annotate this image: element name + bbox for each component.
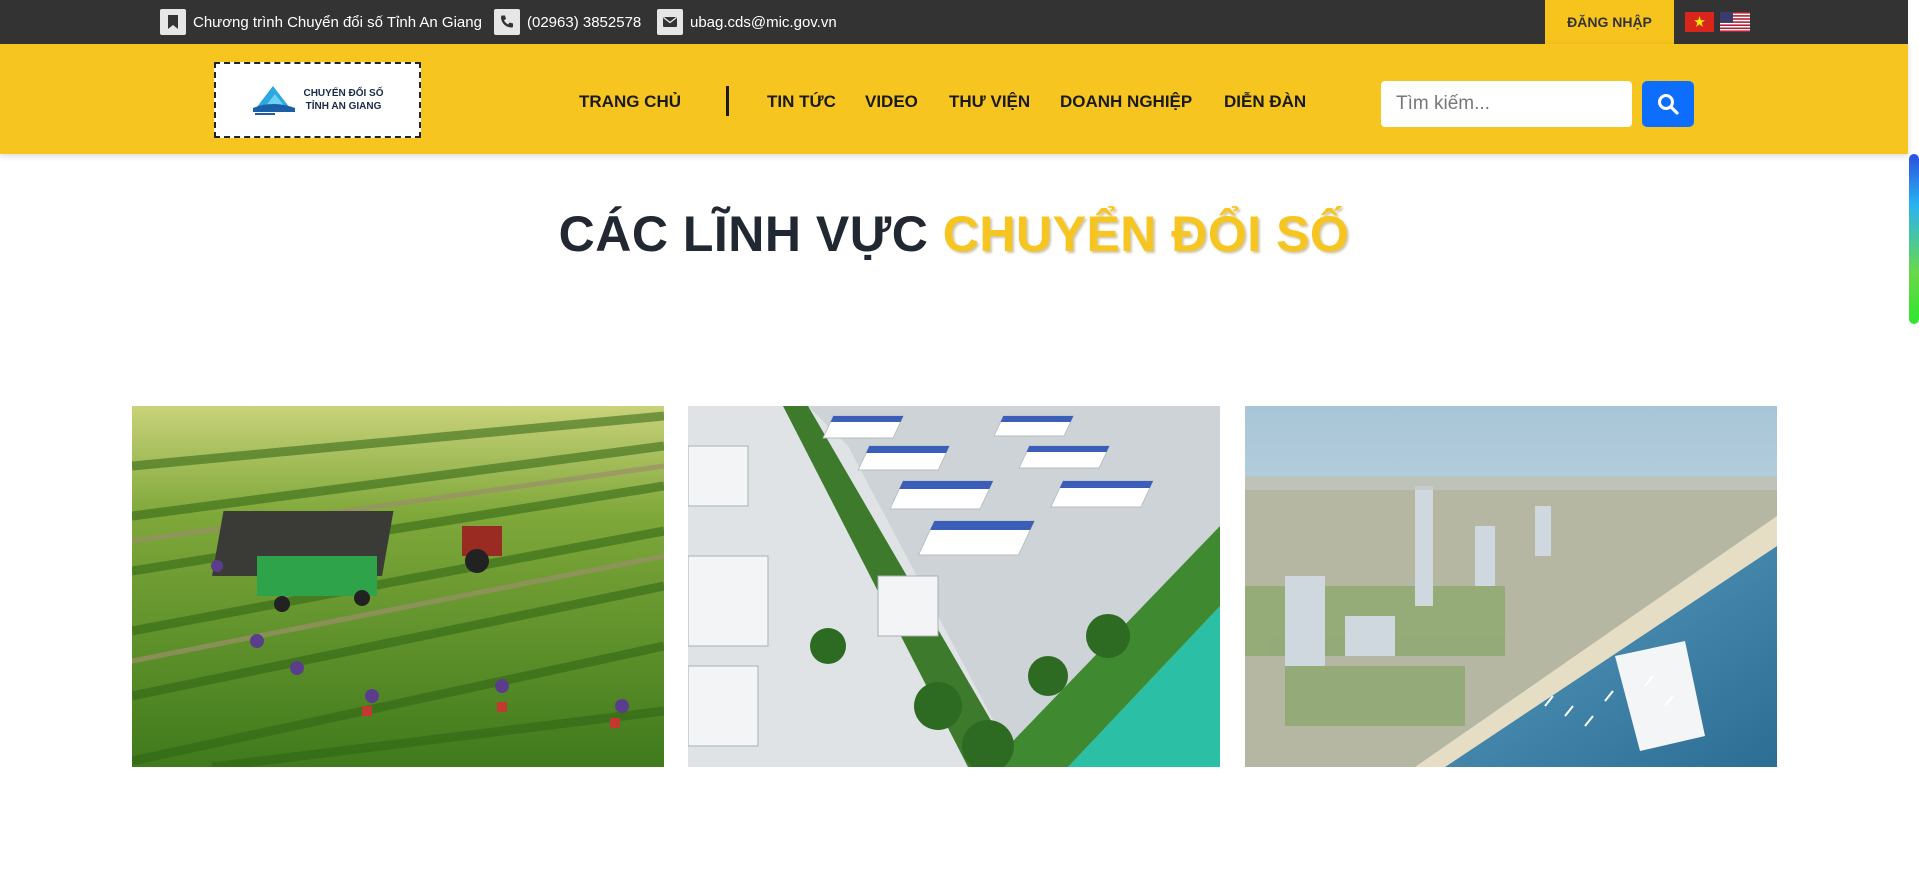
search-button[interactable] — [1642, 81, 1694, 127]
email-text: ubag.cds@mic.gov.vn — [690, 13, 837, 31]
nav-video[interactable]: VIDEO — [865, 92, 918, 112]
section-title-main: CÁC LĨNH VỰC — [558, 206, 929, 262]
bookmark-icon — [160, 9, 186, 35]
nav-business[interactable]: DOANH NGHIỆP — [1060, 92, 1192, 112]
scroll-indicator[interactable] — [1909, 154, 1919, 324]
section-title-accent: CHUYỂN ĐỔI SỐ — [942, 206, 1350, 262]
phone-text: (02963) 3852578 — [527, 13, 642, 31]
nav-news[interactable]: TIN TỨC — [767, 92, 836, 112]
agriculture-field-photo — [132, 406, 664, 767]
coastal-city-photo — [1245, 406, 1777, 767]
logo-line-1: CHUYỂN ĐỔI SỐ — [303, 88, 384, 99]
login-button[interactable]: ĐĂNG NHẬP — [1545, 0, 1674, 44]
program-info: Chương trình Chuyển đổi số Tỉnh An Giang — [160, 9, 482, 35]
envelope-icon — [657, 9, 683, 35]
us-flag-icon[interactable] — [1720, 12, 1750, 32]
section-title: CÁC LĨNH VỰC CHUYỂN ĐỔI SỐ — [0, 205, 1908, 263]
main-header: CHUYỂN ĐỔI SỐ TỈNH AN GIANG TRANG CHỦ TI… — [0, 44, 1908, 154]
industrial-park-photo — [688, 406, 1220, 767]
top-bar: Chương trình Chuyển đổi số Tỉnh An Giang… — [0, 0, 1908, 44]
phone-info[interactable]: (02963) 3852578 — [494, 9, 641, 35]
card-urban[interactable] — [1245, 406, 1777, 767]
logo-text: CHUYỂN ĐỔI SỐ TỈNH AN GIANG — [303, 87, 383, 113]
search-input[interactable] — [1381, 81, 1632, 127]
phone-icon — [494, 9, 520, 35]
program-text: Chương trình Chuyển đổi số Tỉnh An Giang — [193, 13, 482, 31]
vietnam-flag-icon[interactable] — [1685, 12, 1714, 32]
logo-line-2: TỈNH AN GIANG — [305, 101, 382, 112]
email-info[interactable]: ubag.cds@mic.gov.vn — [657, 9, 837, 35]
search-icon — [1658, 94, 1679, 115]
nav-home[interactable]: TRANG CHỦ — [579, 92, 681, 112]
nav-forum[interactable]: DIỄN ĐÀN — [1224, 92, 1306, 112]
site-logo[interactable]: CHUYỂN ĐỔI SỐ TỈNH AN GIANG — [214, 62, 421, 138]
logo-mark-icon — [253, 86, 296, 115]
card-industry[interactable] — [688, 406, 1220, 767]
card-agriculture[interactable] — [132, 406, 664, 767]
nav-library[interactable]: THƯ VIỆN — [949, 92, 1030, 112]
nav-divider — [726, 86, 729, 116]
